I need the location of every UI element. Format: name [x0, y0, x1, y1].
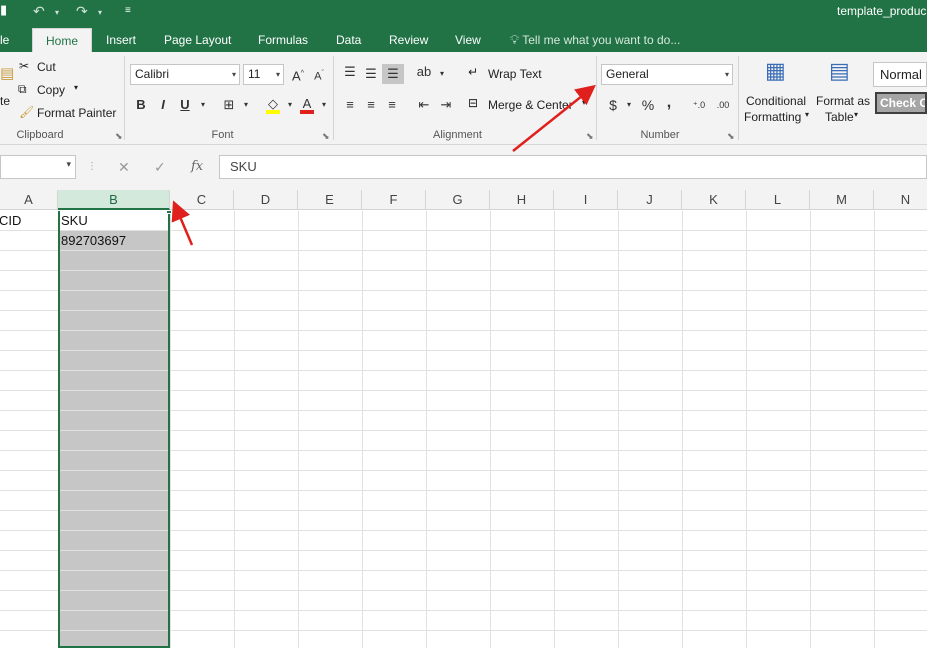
- arrow-to-column-b: [171, 200, 194, 246]
- annotation-arrows: [171, 84, 596, 246]
- arrow-to-number-format: [512, 84, 596, 152]
